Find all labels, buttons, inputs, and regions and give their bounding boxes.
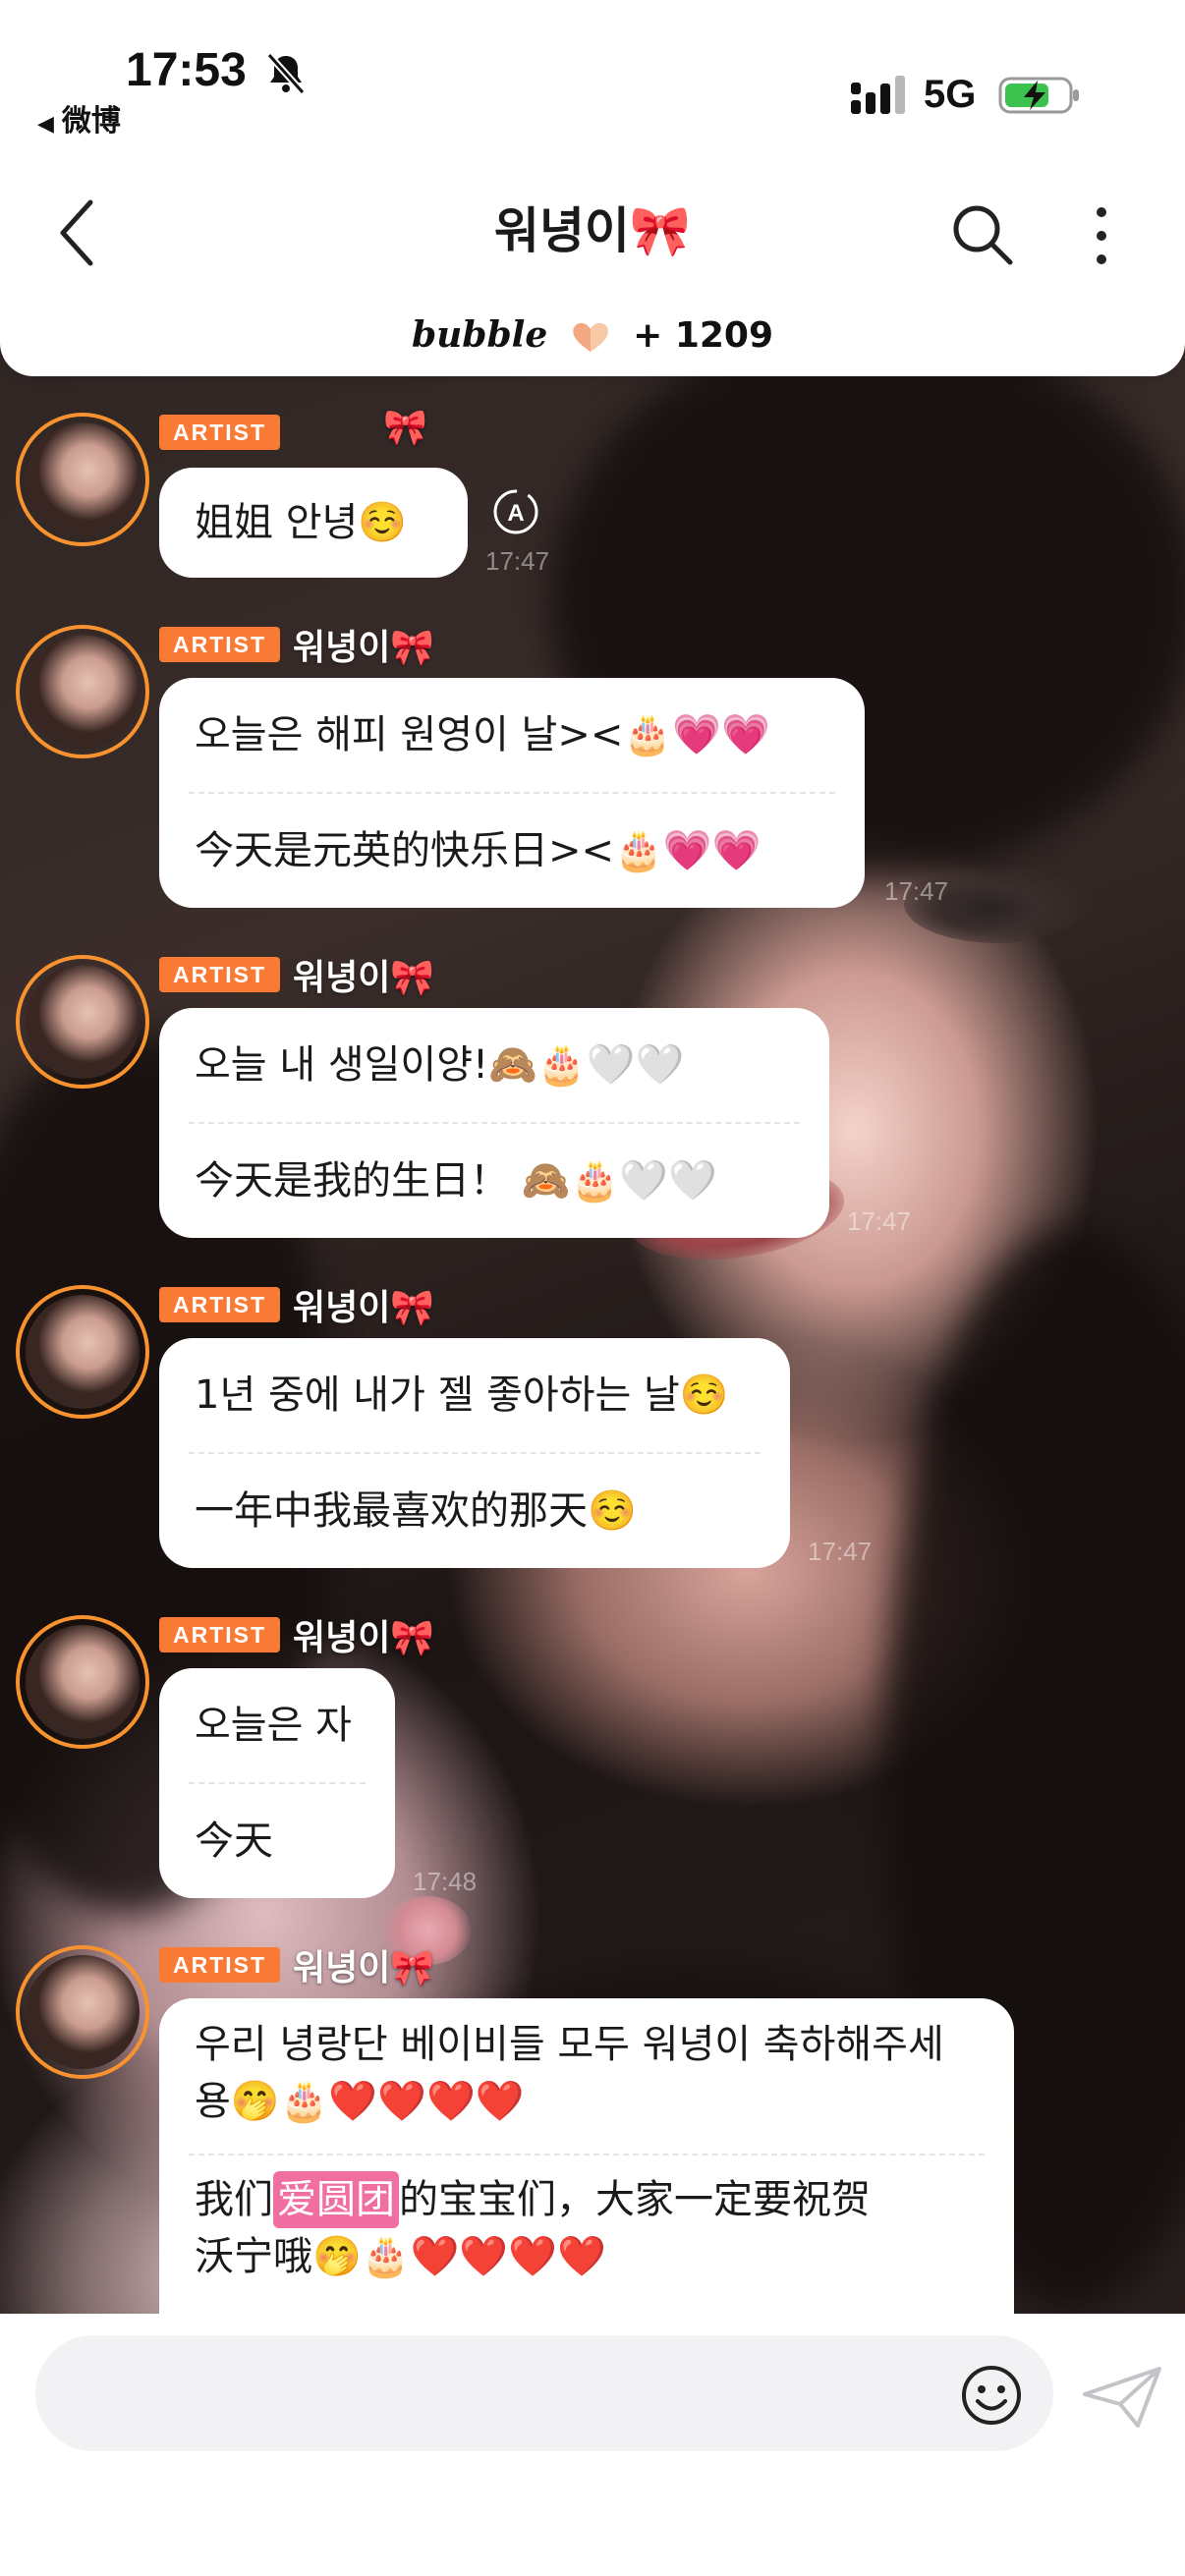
translation-text: 我们 爱圆团 的宝宝们，大家一定要祝贺 沃宁哦🤭🎂❤️❤️❤️❤️: [159, 2156, 1014, 2285]
translation-text-line: 沃宁哦🤭🎂❤️❤️❤️❤️: [195, 2234, 606, 2279]
message-text: 1년 중에 내가 젤 좋아하는 날☺️: [195, 1372, 729, 1418]
svg-text:A: A: [507, 500, 524, 527]
message-time: 17:47: [485, 546, 550, 576]
bubble-subscription-count: bubble + 1209: [0, 314, 1185, 356]
message-bubble[interactable]: 오늘은 자 今天: [159, 1668, 395, 1898]
translation-text-line: 我们 爱圆团 的宝宝们，大家一定要祝贺: [159, 2171, 1014, 2228]
back-to-app-link[interactable]: ◀ 微博: [37, 96, 121, 140]
sender-name: 워녕이🎀: [293, 1948, 435, 1988]
highlighted-term[interactable]: 爱圆团: [273, 2171, 399, 2228]
message-bubble[interactable]: 오늘은 해피 원영이 날><🎂💗💗 今天是元英的快乐日><🎂💗💗: [159, 678, 865, 908]
bubble-count: + 1209: [633, 315, 774, 356]
auto-translate-icon[interactable]: A: [489, 485, 542, 538]
translation-text: 今天: [195, 1819, 273, 1864]
translation-rest: 的宝宝们，大家一定要祝贺: [399, 2177, 871, 2222]
avatar[interactable]: [16, 955, 149, 1089]
chat-header: 17:53 ◀ 微博 5G 워녕이🎀 bubble + 1209: [0, 0, 1185, 376]
heart-emblem-icon: [572, 322, 608, 352]
message-time: 17:47: [847, 1206, 912, 1236]
translation-text: 一年中我最喜欢的那天☺️: [195, 1488, 637, 1534]
more-vertical-icon[interactable]: [1091, 204, 1112, 267]
sender-name: 워녕이🎀: [293, 1618, 435, 1658]
message-text-line: 용🤭🎂❤️❤️❤️❤️: [195, 2079, 525, 2124]
message-text: 오늘은 해피 원영이 날><🎂💗💗: [195, 712, 770, 757]
message-time: 17:48: [413, 1867, 478, 1896]
message-text: 姐姐 안녕☺️: [195, 500, 408, 545]
message-bubble[interactable]: 1년 중에 내가 젤 좋아하는 날☺️ 一年中我最喜欢的那天☺️: [159, 1338, 790, 1568]
back-triangle-icon: ◀: [37, 112, 54, 137]
artist-badge: ARTIST: [159, 627, 281, 662]
artist-badge: ARTIST: [159, 1287, 281, 1322]
message-text-line: 우리 녕랑단 베이비들 모두 워녕이 축하해주세: [195, 2022, 944, 2067]
back-app-label: 微博: [61, 104, 121, 139]
avatar[interactable]: [16, 1285, 149, 1419]
message-input[interactable]: [35, 2335, 1053, 2451]
sender-name: 워녕이🎀: [293, 958, 435, 998]
bell-muted-icon: [266, 52, 306, 95]
translation-text: 今天是元英的快乐日><🎂💗💗: [195, 828, 762, 873]
artist-badge: ARTIST: [159, 1947, 281, 1983]
sender-name: 🎀: [383, 408, 427, 448]
sender-name: 워녕이🎀: [293, 628, 435, 668]
send-icon[interactable]: [1081, 2365, 1163, 2430]
avatar[interactable]: [16, 1615, 149, 1749]
artist-badge: ARTIST: [159, 1617, 281, 1652]
bubble-brand-label: bubble: [411, 314, 548, 356]
message-bubble[interactable]: 오늘 내 생일이양!🙈🎂🤍🤍 今天是我的生日！ 🙈🎂🤍🤍: [159, 1008, 829, 1238]
message-text: 우리 녕랑단 베이비들 모두 워녕이 축하해주세 용🤭🎂❤️❤️❤️❤️: [159, 1998, 1014, 2130]
translation-text: 今天是我的生日！ 🙈🎂🤍🤍: [195, 1158, 717, 1204]
translation-prefix: 我们: [195, 2177, 273, 2222]
status-time: 17:53: [126, 44, 247, 96]
avatar[interactable]: [16, 413, 149, 546]
message-text: 오늘은 자: [195, 1703, 352, 1748]
network-type: 5G: [924, 73, 977, 116]
search-icon[interactable]: [949, 201, 1014, 266]
message-text: 오늘 내 생일이양!🙈🎂🤍🤍: [195, 1042, 685, 1088]
message-time: 17:47: [808, 1537, 873, 1566]
avatar[interactable]: [16, 625, 149, 758]
battery-charging-icon: [998, 77, 1079, 114]
signal-icon: [851, 76, 905, 114]
artist-badge: ARTIST: [159, 957, 281, 992]
avatar[interactable]: [16, 1945, 149, 2079]
emoji-icon[interactable]: [959, 2363, 1024, 2428]
message-time: 17:47: [884, 876, 949, 906]
message-bubble[interactable]: 姐姐 안녕☺️: [159, 468, 468, 578]
artist-badge: ARTIST: [159, 415, 281, 450]
sender-name: 워녕이🎀: [293, 1288, 435, 1328]
message-composer: [0, 2314, 1185, 2576]
